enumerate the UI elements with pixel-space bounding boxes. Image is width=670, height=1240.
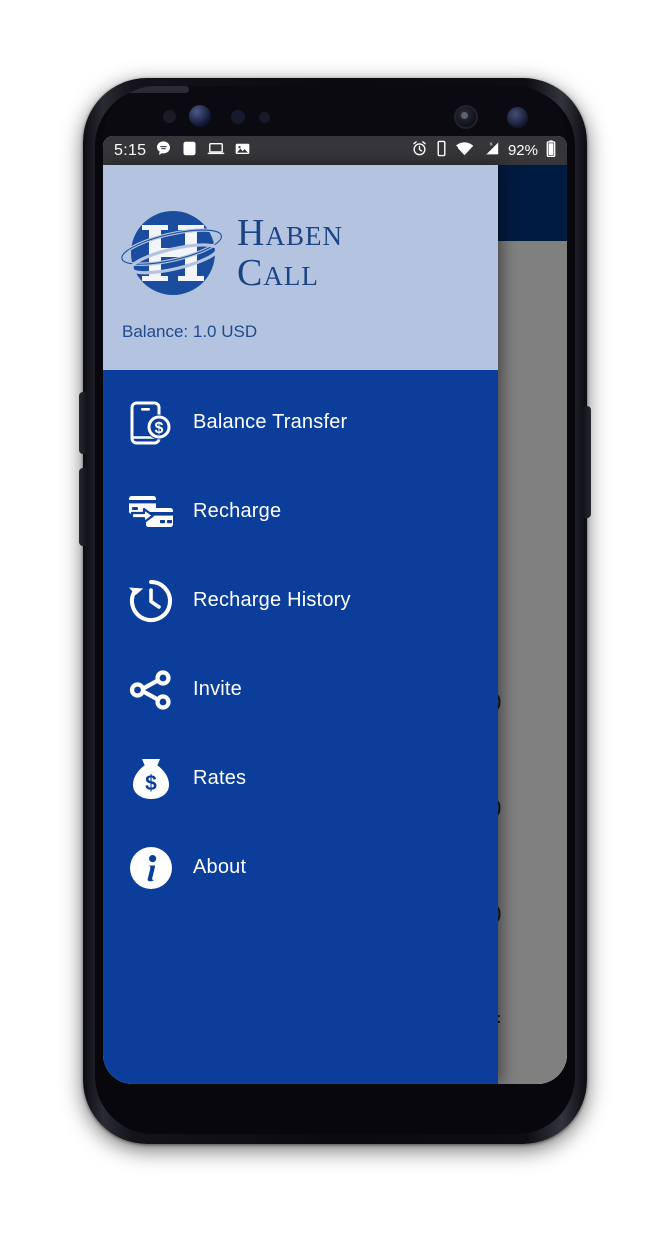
vibrate-phone-icon [436, 140, 447, 162]
status-bar-right-group: x 92% [411, 139, 556, 162]
menu-item-label: About [193, 856, 247, 878]
led-indicator-icon [259, 112, 270, 123]
menu-item-label: Recharge History [193, 589, 351, 611]
menu-item-balance-transfer[interactable]: $ Balance Transfer [103, 378, 498, 467]
status-bar: 5:15 x 92% [103, 136, 567, 165]
menu-item-label: Rates [193, 767, 247, 789]
brand-wordmark: Haben Call [237, 214, 343, 292]
volume-down-button[interactable] [79, 468, 88, 546]
alarm-clock-icon [411, 140, 428, 162]
svg-text:x: x [490, 142, 493, 148]
svg-text:$: $ [145, 772, 157, 795]
power-button[interactable] [582, 406, 591, 518]
menu-item-about[interactable]: About [103, 823, 498, 912]
signal-bars-icon: x [482, 140, 500, 161]
battery-icon [546, 139, 556, 162]
phone-dollar-icon: $ [123, 395, 179, 451]
brand-row: Haben Call [120, 201, 343, 305]
share-nodes-icon [123, 662, 179, 718]
face-sensor-icon [507, 107, 528, 128]
haben-call-logo [120, 201, 225, 305]
laptop-icon [207, 140, 225, 162]
brand-line-1: Haben [237, 212, 343, 254]
front-camera-icon [454, 105, 478, 129]
drawer-balance-label: Balance: 1.0 USD [122, 322, 258, 341]
light-sensor-icon [231, 110, 245, 124]
wifi-icon [455, 141, 474, 161]
menu-item-label: Recharge [193, 500, 282, 522]
menu-item-recharge[interactable]: Recharge [103, 467, 498, 556]
brand-line-2: Call [237, 252, 319, 294]
status-bar-left-group: 5:15 [114, 140, 251, 162]
rounded-square-icon [181, 140, 198, 162]
proximity-sensor-icon [163, 110, 176, 123]
clock-rewind-icon [123, 573, 179, 629]
menu-item-label: Balance Transfer [193, 411, 348, 433]
credit-cards-transfer-icon [123, 484, 179, 540]
drawer-menu-list: $ Balance Transfer Recharge Recharge His… [103, 370, 498, 912]
svg-text:$: $ [155, 420, 164, 437]
phone-top-bezel [103, 86, 567, 138]
menu-item-label: Invite [193, 678, 243, 700]
drawer-header: Haben Call Balance: 1.0 USD [103, 165, 498, 370]
volume-up-button[interactable] [79, 392, 88, 454]
phone-screen: 5:15 x 92%))): Haben Call Balance: 1… [103, 136, 567, 1084]
info-circle-icon [123, 840, 179, 896]
menu-item-rates[interactable]: $ Rates [103, 734, 498, 823]
message-bubble-icon [155, 140, 172, 162]
photo-icon [234, 141, 251, 161]
battery-percent-label: 92% [507, 142, 538, 159]
status-bar-clock: 5:15 [114, 141, 147, 159]
iris-scanner-icon [189, 105, 211, 127]
money-bag-icon: $ [123, 751, 179, 807]
menu-item-invite[interactable]: Invite [103, 645, 498, 734]
menu-item-recharge-history[interactable]: Recharge History [103, 556, 498, 645]
navigation-drawer: Haben Call Balance: 1.0 USD $ Balance Tr… [103, 165, 498, 1084]
